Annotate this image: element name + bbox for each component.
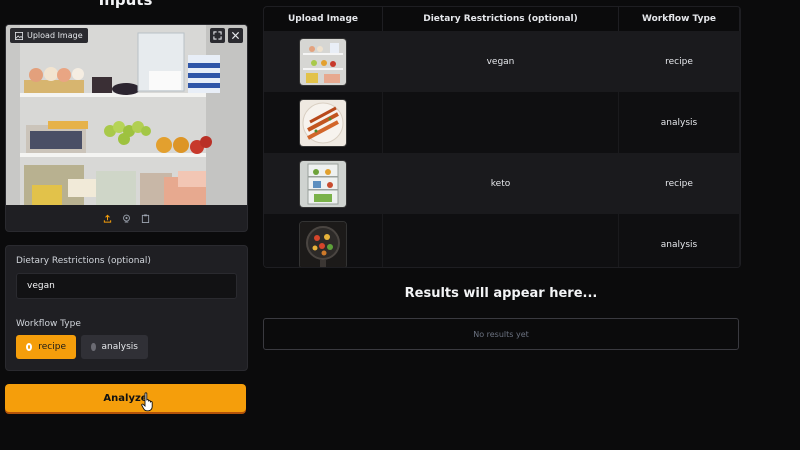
example-row[interactable]: vegan recipe bbox=[264, 31, 740, 92]
image-upload-label-text: Upload Image bbox=[27, 31, 83, 40]
clear-image-button[interactable] bbox=[228, 28, 243, 43]
image-upload-label: Upload Image bbox=[10, 28, 88, 43]
workflow-label: Workflow Type bbox=[16, 319, 81, 329]
dietary-input[interactable] bbox=[16, 273, 237, 299]
fullscreen-button[interactable] bbox=[210, 28, 225, 43]
workflow-option-analysis-label: analysis bbox=[101, 342, 138, 352]
example-row[interactable]: analysis bbox=[264, 92, 740, 153]
dietary-label: Dietary Restrictions (optional) bbox=[16, 256, 151, 266]
results-title: Results will appear here... bbox=[404, 286, 598, 301]
column-header-workflow: Workflow Type bbox=[618, 7, 740, 31]
example-dietary-cell: vegan bbox=[382, 31, 619, 92]
fridge-shelves-thumbnail bbox=[299, 37, 347, 86]
fullscreen-icon bbox=[213, 31, 222, 40]
column-header-dietary: Dietary Restrictions (optional) bbox=[382, 7, 619, 31]
example-workflow-cell: analysis bbox=[618, 214, 740, 267]
example-workflow-cell: recipe bbox=[618, 31, 740, 92]
workflow-option-recipe-label: recipe bbox=[38, 342, 66, 352]
close-icon bbox=[231, 31, 240, 40]
webcam-icon[interactable] bbox=[122, 214, 131, 223]
example-dietary-cell: keto bbox=[382, 153, 619, 214]
fridge-photo bbox=[6, 25, 247, 205]
column-header-image: Upload Image bbox=[264, 7, 383, 31]
analyze-button[interactable]: Analyze bbox=[5, 384, 246, 412]
clipboard-icon[interactable] bbox=[141, 213, 150, 223]
image-upload-panel[interactable]: Upload Image bbox=[5, 24, 248, 232]
upload-icon[interactable] bbox=[103, 214, 112, 223]
results-output: No results yet bbox=[263, 318, 739, 350]
example-workflow-cell: analysis bbox=[618, 92, 740, 153]
workflow-option-analysis[interactable]: analysis bbox=[81, 335, 148, 359]
example-row[interactable]: keto recipe bbox=[264, 153, 740, 214]
pointer-cursor-icon bbox=[141, 392, 153, 412]
example-row[interactable]: analysis bbox=[264, 214, 740, 267]
example-dietary-cell bbox=[382, 214, 619, 267]
open-fridge-thumbnail bbox=[299, 159, 347, 208]
kebab-skewers-thumbnail bbox=[299, 98, 347, 147]
examples-table: Upload Image Dietary Restrictions (optio… bbox=[263, 6, 741, 268]
options-panel: Dietary Restrictions (optional) Workflow… bbox=[5, 245, 248, 371]
image-icon bbox=[15, 31, 23, 40]
skillet-dish-thumbnail bbox=[299, 220, 347, 267]
example-dietary-cell bbox=[382, 92, 619, 153]
results-placeholder: No results yet bbox=[473, 329, 529, 339]
example-workflow-cell: recipe bbox=[618, 153, 740, 214]
radio-unselected-icon bbox=[91, 343, 96, 351]
workflow-option-recipe[interactable]: recipe bbox=[16, 335, 76, 359]
radio-selected-icon bbox=[26, 343, 33, 351]
inputs-title: Inputs bbox=[98, 0, 153, 9]
